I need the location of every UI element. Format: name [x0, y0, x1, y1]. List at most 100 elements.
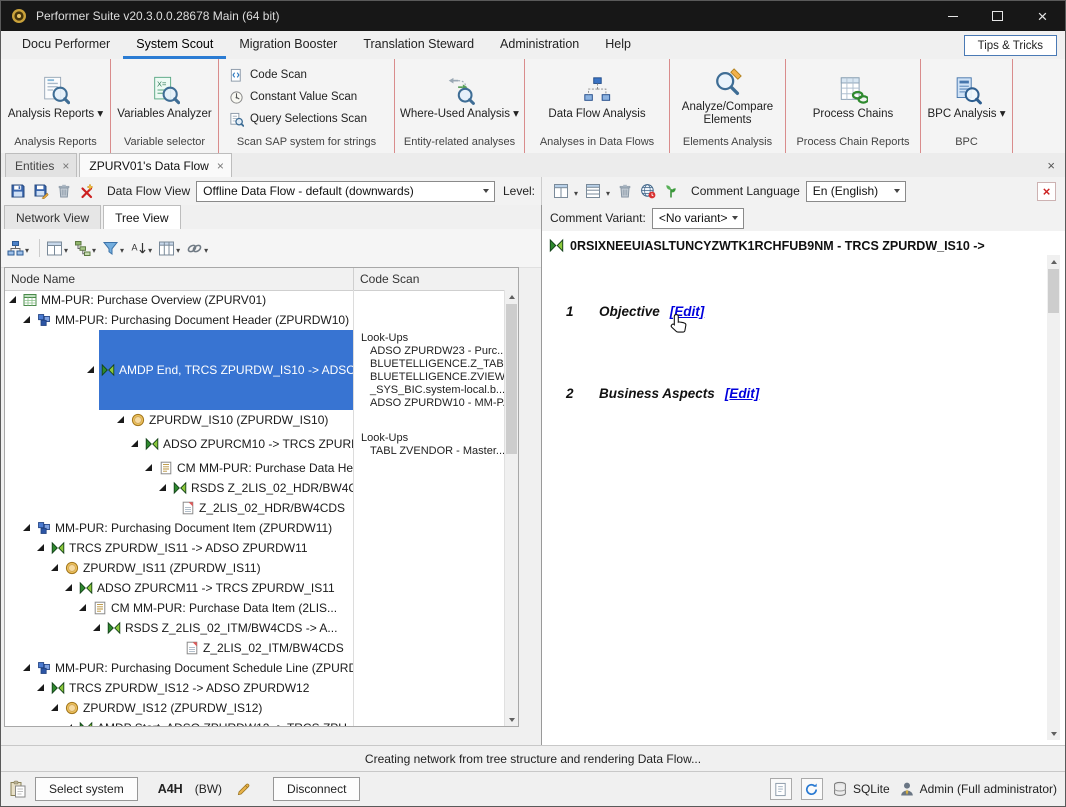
- menu-tab-help[interactable]: Help: [592, 31, 644, 59]
- select-system-button[interactable]: Select system: [35, 777, 138, 801]
- expand-triangle-icon[interactable]: [145, 464, 152, 471]
- tree-row[interactable]: RSDS Z_2LIS_02_HDR/BW4CDS -> A...: [5, 478, 505, 498]
- expand-triangle-icon[interactable]: [37, 544, 44, 551]
- expand-triangle-icon[interactable]: [51, 704, 58, 711]
- log-button[interactable]: [770, 778, 792, 800]
- view-tab-network-view[interactable]: Network View: [4, 205, 101, 229]
- tree-row[interactable]: ZPURDW_IS11 (ZPURDW_IS11): [5, 558, 505, 578]
- tree-row[interactable]: CM MM-PUR: Purchase Data Header (2L...: [5, 458, 505, 478]
- expand-triangle-icon[interactable]: [159, 484, 166, 491]
- expand-triangle-icon[interactable]: [65, 584, 72, 591]
- ribbon-button-analysis-reports[interactable]: Analysis Reports ▾: [5, 73, 106, 123]
- comment-language-select[interactable]: En (English): [806, 181, 906, 202]
- tree-row[interactable]: MM-PUR: Purchasing Document Item (ZPURDW…: [5, 518, 505, 538]
- expand-triangle-icon[interactable]: [65, 724, 72, 726]
- expand-triangle-icon[interactable]: [117, 416, 124, 423]
- comment-variant-select[interactable]: <No variant>: [652, 208, 744, 229]
- filter-button[interactable]: ▾: [101, 237, 129, 260]
- ribbon-button-query-selections-scan[interactable]: Query Selections Scan: [229, 109, 367, 130]
- view-tab-tree-view[interactable]: Tree View: [103, 205, 180, 229]
- ribbon-button-variables-analyzer[interactable]: X=Variables Analyzer: [114, 73, 214, 123]
- layout-options-button[interactable]: ▾: [45, 237, 73, 260]
- menu-tab-administration[interactable]: Administration: [487, 31, 592, 59]
- save-as-button[interactable]: [30, 180, 52, 202]
- close-comment-pane-button[interactable]: ×: [1037, 182, 1056, 201]
- scroll-down-icon[interactable]: [1047, 727, 1060, 740]
- tree-row[interactable]: Z_2LIS_02_HDR/BW4CDS: [5, 498, 505, 518]
- scroll-up-icon[interactable]: [1047, 255, 1060, 268]
- tab-close-icon[interactable]: ×: [62, 161, 69, 171]
- delete-view-button[interactable]: [53, 180, 75, 202]
- menu-tab-system-scout[interactable]: System Scout: [123, 31, 226, 59]
- ribbon-button-where-used-analysis[interactable]: Where-Used Analysis ▾: [397, 73, 522, 123]
- data-flow-view-select[interactable]: Offline Data Flow - default (downwards): [196, 181, 495, 202]
- comment-scrollbar[interactable]: [1047, 255, 1060, 740]
- doc-tab-zpurv01-s-data-flow[interactable]: ZPURV01's Data Flow×: [79, 153, 231, 177]
- hierarchy-options-button[interactable]: ▾: [73, 237, 101, 260]
- ribbon-button-code-scan[interactable]: Code Scan: [229, 65, 307, 86]
- scroll-up-icon[interactable]: [505, 290, 518, 303]
- column-header-node-name[interactable]: Node Name: [5, 268, 354, 290]
- disconnect-button[interactable]: Disconnect: [273, 777, 360, 801]
- tree-scrollbar[interactable]: [504, 290, 518, 726]
- expand-triangle-icon[interactable]: [93, 624, 100, 631]
- tree-row[interactable]: RSDS Z_2LIS_02_ITM/BW4CDS -> A...: [5, 618, 505, 638]
- expand-triangle-icon[interactable]: [79, 604, 86, 611]
- tree-row[interactable]: TRCS ZPURDW_IS11 -> ADSO ZPURDW11: [5, 538, 505, 558]
- expand-triangle-icon[interactable]: [23, 316, 30, 323]
- tab-close-icon[interactable]: ×: [217, 161, 224, 171]
- scrollbar-thumb[interactable]: [506, 304, 517, 454]
- chevron-down-icon[interactable]: ▾: [606, 189, 610, 198]
- tree-row[interactable]: AMDP End, TRCS ZPURDW_IS10 -> ADSO ZPURD…: [5, 330, 505, 410]
- save-button[interactable]: [7, 180, 29, 202]
- tree-row[interactable]: ZPURDW_IS12 (ZPURDW_IS12): [5, 698, 505, 718]
- tree-row[interactable]: ZPURDW_IS10 (ZPURDW_IS10): [5, 410, 505, 430]
- pen-icon[interactable]: [236, 782, 251, 797]
- comment-layout-button[interactable]: [550, 180, 572, 202]
- ribbon-button-bpc-analysis[interactable]: BPC Analysis ▾: [925, 73, 1009, 123]
- edit-link[interactable]: [Edit]: [725, 386, 760, 401]
- tips-and-tricks-button[interactable]: Tips & Tricks: [964, 35, 1057, 56]
- columns-button[interactable]: ▾: [157, 237, 185, 260]
- expand-triangle-icon[interactable]: [37, 684, 44, 691]
- clipboard-icon[interactable]: [9, 780, 27, 798]
- comment-grow-button[interactable]: [660, 180, 682, 202]
- tree-row[interactable]: Z_2LIS_02_ITM/BW4CDS: [5, 638, 505, 658]
- chevron-down-icon[interactable]: [479, 182, 494, 201]
- diagram-options-button[interactable]: ▾: [6, 237, 34, 260]
- close-button[interactable]: ×: [1020, 1, 1065, 31]
- menu-tab-migration-booster[interactable]: Migration Booster: [226, 31, 350, 59]
- ribbon-button-data-flow-analysis[interactable]: Data Flow Analysis: [545, 73, 648, 123]
- tree-row[interactable]: MM-PUR: Purchasing Document Schedule Lin…: [5, 658, 505, 678]
- tabbar-close-icon[interactable]: ×: [1041, 158, 1061, 173]
- menu-tab-docu-performer[interactable]: Docu Performer: [9, 31, 123, 59]
- chevron-down-icon[interactable]: ▾: [574, 189, 578, 198]
- chevron-down-icon[interactable]: [728, 209, 743, 228]
- column-header-code-scan[interactable]: Code Scan: [354, 268, 518, 290]
- tree-row[interactable]: TRCS ZPURDW_IS12 -> ADSO ZPURDW12: [5, 678, 505, 698]
- expand-triangle-icon[interactable]: [87, 366, 94, 373]
- comment-history-button[interactable]: [637, 180, 659, 202]
- menu-tab-translation-steward[interactable]: Translation Steward: [350, 31, 487, 59]
- link-button[interactable]: ▾: [185, 237, 213, 260]
- expand-triangle-icon[interactable]: [9, 296, 16, 303]
- tree-row[interactable]: MM-PUR: Purchasing Document Header (ZPUR…: [5, 310, 505, 330]
- delete-comment-button[interactable]: [614, 180, 636, 202]
- sort-button[interactable]: A▾: [129, 237, 157, 260]
- doc-tab-entities[interactable]: Entities×: [5, 153, 77, 177]
- clear-view-button[interactable]: [76, 180, 98, 202]
- expand-triangle-icon[interactable]: [23, 664, 30, 671]
- expand-triangle-icon[interactable]: [131, 440, 138, 447]
- tree-row[interactable]: ADSO ZPURCM11 -> TRCS ZPURDW_IS11: [5, 578, 505, 598]
- expand-triangle-icon[interactable]: [51, 564, 58, 571]
- tree-row[interactable]: MM-PUR: Purchase Overview (ZPURV01): [5, 290, 505, 310]
- scroll-down-icon[interactable]: [505, 713, 518, 726]
- tree-row[interactable]: AMDP Start, ADSO ZPURDW12 -> TRCS ZPU...: [5, 718, 505, 726]
- expand-triangle-icon[interactable]: [23, 524, 30, 531]
- scrollbar-thumb[interactable]: [1048, 269, 1059, 313]
- ribbon-button-process-chains[interactable]: Process Chains: [810, 73, 897, 123]
- tree-row[interactable]: ADSO ZPURCM10 -> TRCS ZPURDW_IS10Look-Up…: [5, 430, 505, 458]
- comment-sections-button[interactable]: [582, 180, 604, 202]
- refresh-button[interactable]: [801, 778, 823, 800]
- tree-row[interactable]: CM MM-PUR: Purchase Data Item (2LIS...: [5, 598, 505, 618]
